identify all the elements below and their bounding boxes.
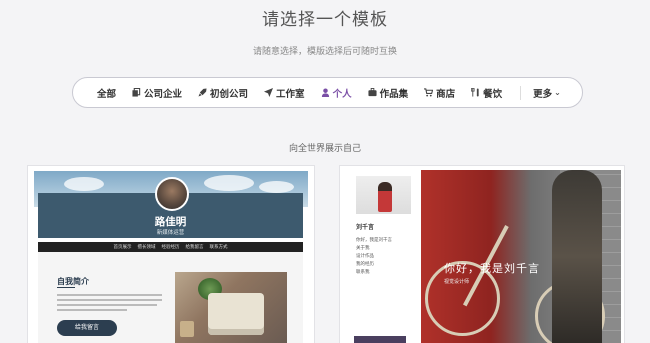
more-label: 更多 <box>533 88 553 100</box>
cart-icon <box>424 88 434 97</box>
sidebar-nav-item: 关于我 <box>356 246 370 251</box>
sidebar-nav-item: 设计作品 <box>356 254 374 259</box>
hero-title: 你好，我是刘千言 <box>444 262 540 275</box>
template-card-personal-blue[interactable]: 路佳明 新媒体运营 首页展示 擅长领域 经验经历 给我留言 联系方式 自我简介 … <box>28 166 314 343</box>
text-line <box>57 299 162 301</box>
cutlery-icon <box>471 88 479 97</box>
page-subtitle: 请随意选择，模版选择后可随时互换 <box>252 47 397 57</box>
nav-item-label: 作品集 <box>379 88 409 100</box>
category-filter-bar: 全部 公司企业 初创公司 工作室 个人 作品集 商店 餐饮 更多 ⌄ <box>72 77 583 108</box>
nav-item-portfolio[interactable]: 作品集 <box>368 86 409 100</box>
menu-item: 经验经历 <box>161 245 180 250</box>
text-line <box>57 294 162 296</box>
send-icon <box>264 88 274 97</box>
nav-item-label: 商店 <box>436 88 456 100</box>
nav-item-all[interactable]: 全部 <box>97 86 116 100</box>
person-image <box>552 170 602 343</box>
nav-item-company[interactable]: 公司企业 <box>132 86 182 100</box>
nav-item-studio[interactable]: 工作室 <box>264 86 305 100</box>
nav-item-label: 个人 <box>332 88 352 100</box>
sidebar-nav-item: 联系我 <box>356 270 370 275</box>
nav-item-label: 全部 <box>97 88 117 100</box>
page-title: 请选择一个模板 <box>262 10 388 30</box>
nav-item-shop[interactable]: 商店 <box>424 86 455 100</box>
menu-item: 擅长领域 <box>137 245 156 250</box>
message-button: 给我留言 <box>57 320 117 336</box>
sidebar-button <box>354 336 406 343</box>
nav-item-label: 初创公司 <box>210 88 249 100</box>
nav-item-label: 餐饮 <box>483 88 503 100</box>
avatar <box>155 177 189 211</box>
nav-item-label: 工作室 <box>276 88 305 100</box>
typewriter-image <box>208 293 264 335</box>
menu-item: 首页展示 <box>113 245 132 250</box>
nav-item-startup[interactable]: 初创公司 <box>198 86 248 100</box>
profile-role: 新媒体运营 <box>156 230 185 236</box>
user-icon <box>321 88 329 97</box>
text-line <box>57 309 127 311</box>
section-heading: 向全世界展示自己 <box>288 144 361 154</box>
nav-divider <box>520 85 522 100</box>
briefcase-icon <box>368 88 377 97</box>
text-line <box>57 304 157 306</box>
chevron-down-icon: ⌄ <box>554 88 561 97</box>
portrait-image <box>378 182 392 212</box>
rocket-icon <box>198 88 207 97</box>
hero-subtitle: 视觉设计师 <box>444 279 470 285</box>
profile-name: 刘千言 <box>356 224 375 231</box>
sidebar-nav-item: 我的经历 <box>356 262 374 267</box>
template-menu: 首页展示 擅长领域 经验经历 给我留言 联系方式 <box>38 242 303 252</box>
sidebar-nav-item: 你好，我是刘千言 <box>356 238 392 243</box>
heading-underline <box>57 287 75 288</box>
nav-item-dining[interactable]: 餐饮 <box>471 86 502 100</box>
cup-image <box>180 321 194 337</box>
about-heading: 自我简介 <box>57 277 89 286</box>
copy-icon <box>132 88 141 97</box>
nav-item-personal[interactable]: 个人 <box>321 86 352 100</box>
nav-item-label: 公司企业 <box>144 88 183 100</box>
profile-name: 路佳明 <box>154 216 187 228</box>
template-card-personal-red[interactable]: 刘千言 你好，我是刘千言 关于我 设计作品 我的经历 联系我 你好，我是刘千言 … <box>340 166 624 343</box>
more-dropdown[interactable]: 更多 ⌄ <box>533 86 561 100</box>
menu-item: 给我留言 <box>185 245 204 250</box>
menu-item: 联系方式 <box>209 245 228 250</box>
